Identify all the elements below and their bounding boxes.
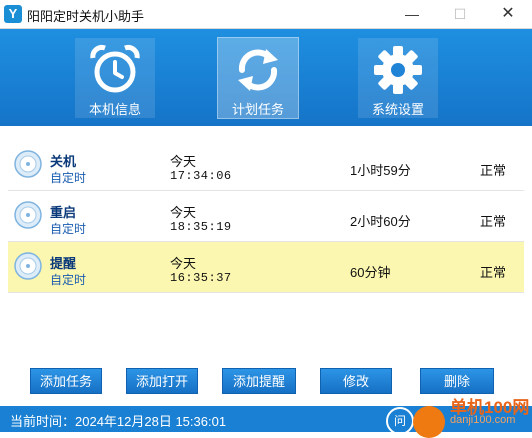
task-type: 自定时 bbox=[50, 171, 87, 185]
maximize-button[interactable]: ☐ bbox=[440, 0, 480, 28]
current-time-label: 当前时间：2024年12月28日 15:36:01 bbox=[10, 414, 227, 429]
clock-icon bbox=[14, 150, 42, 178]
task-type: 自定时 bbox=[50, 222, 87, 236]
task-status: 正常 bbox=[480, 214, 507, 229]
task-time: 17:34:06 bbox=[170, 169, 232, 183]
task-type: 自定时 bbox=[50, 273, 87, 287]
tab-scheduled-tasks-label: 计划任务 bbox=[231, 102, 284, 117]
tab-system-settings[interactable]: 系统设置 bbox=[358, 38, 438, 118]
nav-header: 本机信息 计划任务 系统设置 bbox=[0, 29, 532, 126]
refresh-icon bbox=[238, 49, 278, 91]
task-status: 正常 bbox=[480, 265, 507, 280]
task-remaining: 2小时60分 bbox=[350, 214, 411, 229]
add-open-button[interactable]: 添加打开 bbox=[126, 368, 198, 394]
help-circle-icon: 问 bbox=[386, 407, 414, 435]
edit-button[interactable]: 修改 bbox=[320, 368, 392, 394]
close-button[interactable]: ✕ bbox=[488, 0, 528, 28]
task-row-selected[interactable]: 提醒 自定时 今天 16:35:37 60分钟 正常 bbox=[8, 242, 524, 293]
task-name: 关机 bbox=[50, 154, 77, 169]
task-day: 今天 bbox=[170, 154, 197, 169]
add-reminder-button[interactable]: 添加提醒 bbox=[222, 368, 296, 394]
tab-machine-info-label: 本机信息 bbox=[88, 102, 141, 117]
task-name: 重启 bbox=[50, 205, 77, 220]
clock-icon bbox=[14, 252, 42, 280]
clock-icon bbox=[14, 201, 42, 229]
window-title: 阳阳定时关机小助手 bbox=[27, 9, 145, 24]
task-row[interactable]: 关机 自定时 今天 17:34:06 1小时59分 正常 bbox=[8, 140, 524, 191]
task-remaining: 60分钟 bbox=[350, 265, 391, 280]
tab-machine-info[interactable]: 本机信息 bbox=[75, 38, 155, 118]
task-day: 今天 bbox=[170, 205, 197, 220]
app-logo-icon: Y bbox=[4, 5, 22, 23]
task-time: 16:35:37 bbox=[170, 271, 232, 285]
tab-system-settings-label: 系统设置 bbox=[371, 102, 424, 117]
task-name: 提醒 bbox=[50, 256, 77, 271]
delete-button[interactable]: 删除 bbox=[420, 368, 494, 394]
task-day: 今天 bbox=[170, 256, 197, 271]
task-row[interactable]: 重启 自定时 今天 18:35:19 2小时60分 正常 bbox=[8, 191, 524, 242]
watermark-power-icon bbox=[413, 406, 445, 438]
task-status: 正常 bbox=[480, 163, 507, 178]
gear-icon bbox=[374, 46, 422, 94]
alarm-clock-icon bbox=[90, 44, 140, 93]
task-list: 关机 自定时 今天 17:34:06 1小时59分 正常 重启 自定时 今天 1… bbox=[8, 140, 524, 350]
tab-scheduled-tasks[interactable]: 计划任务 bbox=[217, 37, 299, 119]
add-task-button[interactable]: 添加任务 bbox=[30, 368, 102, 394]
task-remaining: 1小时59分 bbox=[350, 163, 411, 178]
title-bar: Y 阳阳定时关机小助手 — ☐ ✕ bbox=[0, 0, 532, 29]
task-time: 18:35:19 bbox=[170, 220, 232, 234]
minimize-button[interactable]: — bbox=[392, 0, 432, 28]
status-bar: 当前时间：2024年12月28日 15:36:01 问 单机100网 danji… bbox=[0, 398, 532, 438]
watermark-site-url: danji100.com bbox=[450, 414, 516, 426]
